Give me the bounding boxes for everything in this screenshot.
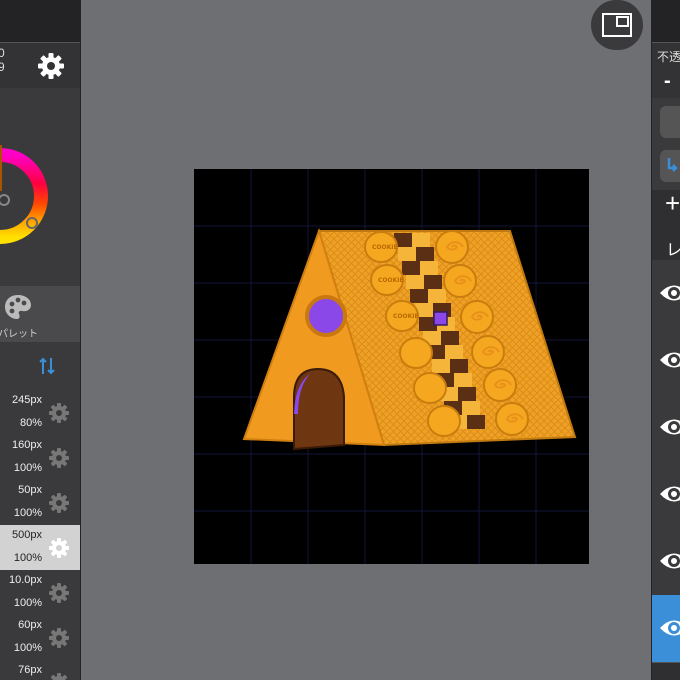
brush-gear-icon[interactable] [48, 447, 70, 469]
brush-item[interactable]: 10.0px 100% [0, 570, 80, 616]
brush-size: 160px [12, 439, 42, 451]
right-panel: 不透 - + レ [651, 0, 680, 680]
svg-text:COOKIE: COOKIE [378, 277, 404, 284]
brush-opacity: 100% [13, 642, 42, 654]
layer-row[interactable] [652, 260, 680, 328]
drawing-canvas[interactable]: COOKIE COOKIE COOKIE [194, 169, 589, 564]
left-toolbar-top [0, 0, 80, 42]
layer-row[interactable] [652, 327, 680, 395]
palette-tab[interactable]: パレット [0, 286, 80, 342]
palette-icon [5, 295, 31, 319]
door [293, 367, 345, 451]
brush-opacity: 80% [19, 417, 42, 429]
brush-item[interactable]: 160px 100% [0, 435, 80, 481]
brush-item[interactable]: 500px 100% [0, 525, 80, 571]
view-toggle-icon [602, 13, 632, 37]
brush-size: 50px [18, 484, 42, 496]
eye-icon[interactable] [659, 548, 680, 574]
brush-opacity: 100% [13, 462, 42, 474]
view-toggle-button[interactable] [591, 0, 643, 50]
layer-header: + レ [652, 188, 680, 261]
brush-item[interactable]: 60px 100% [0, 615, 80, 661]
opacity-label: 不透 [657, 50, 680, 64]
layer-mode-buttons [652, 98, 680, 190]
brush-size: 500px [12, 529, 42, 541]
clip-layer-button[interactable] [660, 150, 680, 182]
opacity-minus-button[interactable]: - [664, 70, 671, 93]
layer-row[interactable] [652, 394, 680, 462]
eye-icon[interactable] [659, 615, 680, 641]
eye-icon[interactable] [659, 414, 680, 440]
opacity-control: 不透 - [652, 42, 680, 100]
brush-item[interactable]: 50px 100% [0, 480, 80, 526]
brush-gear-icon[interactable] [48, 492, 70, 514]
layer-row[interactable] [652, 528, 680, 596]
coord-x: 0 [0, 46, 5, 60]
brush-gear-icon[interactable] [48, 672, 70, 680]
brush-opacity: 100% [13, 597, 42, 609]
brush-size: 76px [18, 664, 42, 676]
brush-opacity: 100% [13, 552, 42, 564]
coordinates-panel: 0 9 [0, 42, 80, 90]
add-layer-button[interactable]: + [665, 188, 680, 219]
layer-row[interactable] [652, 595, 680, 663]
left-panel: 0 9 [0, 0, 81, 680]
round-window [305, 295, 347, 337]
brush-gear-icon[interactable] [48, 582, 70, 604]
brush-size: 10.0px [8, 574, 42, 586]
brush-opacity: 100% [13, 507, 42, 519]
color-wheel-icon[interactable] [0, 88, 80, 286]
color-wheel-area [0, 88, 80, 286]
eye-icon[interactable] [659, 280, 680, 306]
right-toolbar-top [652, 0, 680, 42]
eye-icon[interactable] [659, 347, 680, 373]
brush-item[interactable]: 76px [0, 660, 80, 680]
brush-gear-icon[interactable] [48, 402, 70, 424]
brush-gear-icon[interactable] [48, 537, 70, 559]
brush-gear-icon[interactable] [48, 627, 70, 649]
svg-text:COOKIE: COOKIE [372, 244, 398, 251]
coord-y: 9 [0, 60, 5, 74]
palette-label: パレット [0, 329, 38, 340]
swap-arrows-icon[interactable] [38, 356, 56, 376]
eye-icon[interactable] [659, 481, 680, 507]
blend-mode-button[interactable] [660, 106, 680, 138]
brush-list-header [0, 342, 80, 391]
clip-arrow-icon [667, 158, 678, 172]
brush-size: 245px [12, 394, 42, 406]
brush-size: 60px [18, 619, 42, 631]
gingerbread-house-artwork: COOKIE COOKIE COOKIE [194, 169, 589, 564]
settings-gear-icon[interactable] [37, 52, 65, 80]
brush-item[interactable]: 245px 80% [0, 390, 80, 436]
svg-text:COOKIE: COOKIE [393, 313, 419, 320]
layer-section-label: レ [666, 236, 680, 260]
layer-row[interactable] [652, 461, 680, 529]
